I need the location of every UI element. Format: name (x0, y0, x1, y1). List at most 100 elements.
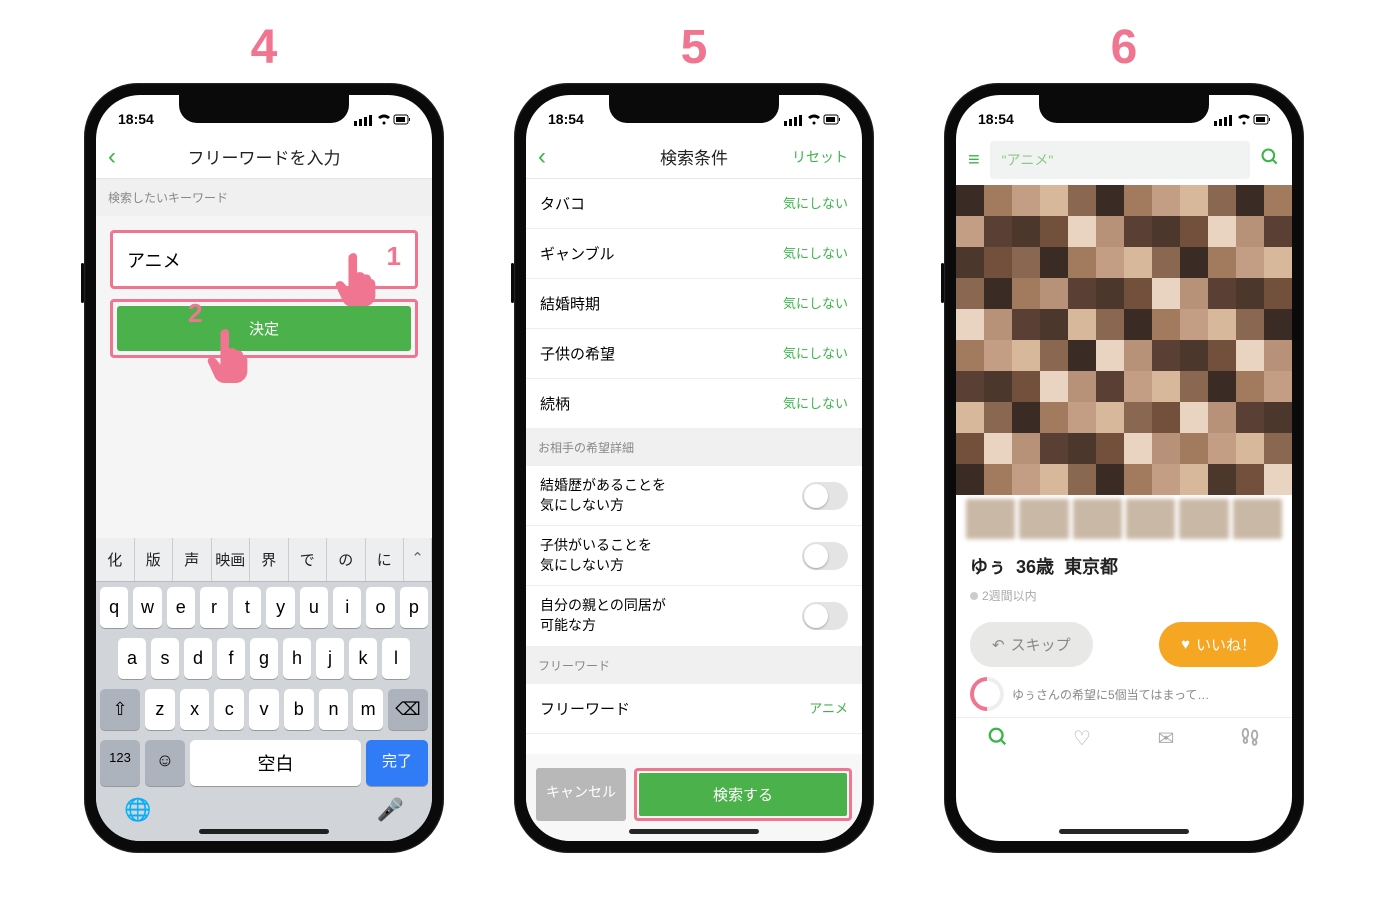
key[interactable]: f (217, 638, 245, 679)
key[interactable]: t (233, 587, 261, 628)
tab-bar: ♡ ✉ (956, 717, 1292, 770)
key[interactable]: h (283, 638, 311, 679)
key[interactable]: s (151, 638, 179, 679)
page-title: 検索条件 (660, 144, 728, 169)
key[interactable]: g (250, 638, 278, 679)
toggle-row: 子供がいることを 気にしない方 (526, 526, 862, 586)
suggestion[interactable]: 界 (250, 538, 289, 581)
key[interactable]: y (266, 587, 294, 628)
filter-list[interactable]: タバコ気にしない ギャンブル気にしない 結婚時期気にしない 子供の希望気にしない… (526, 179, 862, 754)
key[interactable]: u (300, 587, 328, 628)
home-indicator[interactable] (199, 829, 329, 834)
tab-search[interactable] (956, 726, 1040, 754)
key[interactable]: x (180, 689, 210, 730)
screen-5: 18:54 ‹ 検索条件 リセット タバコ気にしない ギャンブル気にしない 結婚… (526, 95, 862, 841)
tab-likes[interactable]: ♡ (1040, 726, 1124, 754)
suggestion[interactable]: で (289, 538, 328, 581)
filter-row[interactable]: 子供の希望 気にしない (526, 329, 862, 379)
navbar: ‹ 検索条件 リセット (526, 135, 862, 179)
space-key[interactable]: 空白 (190, 740, 361, 786)
key[interactable]: b (284, 689, 314, 730)
suggestion[interactable]: 声 (173, 538, 212, 581)
thumbnail[interactable] (966, 499, 1015, 539)
key[interactable]: c (214, 689, 244, 730)
key[interactable]: a (118, 638, 146, 679)
suggestion-more-icon[interactable]: ⌃ (404, 538, 432, 581)
numeric-key[interactable]: 123 (100, 740, 140, 786)
thumbnail[interactable] (1179, 499, 1228, 539)
page-title: フリーワードを入力 (188, 144, 341, 169)
filter-value: 気にしない (783, 343, 848, 364)
toggle-switch[interactable] (802, 602, 848, 630)
key[interactable]: m (353, 689, 383, 730)
suggestion[interactable]: に (366, 538, 405, 581)
home-indicator[interactable] (629, 829, 759, 834)
filter-label: 結婚時期 (540, 293, 600, 314)
suggestion[interactable]: の (327, 538, 366, 581)
thumbnail[interactable] (1233, 499, 1282, 539)
step-column-5: 5 18:54 ‹ 検索条件 リセット タバコ気にしない ギャンブル気にしない … (514, 20, 874, 853)
section-header: お相手の希望詳細 (526, 429, 862, 466)
back-icon[interactable]: ‹ (538, 143, 546, 171)
search-field[interactable]: "アニメ" (990, 141, 1250, 179)
filter-value: 気にしない (783, 393, 848, 414)
globe-icon[interactable]: 🌐 (124, 797, 151, 823)
search-icon[interactable] (1260, 147, 1280, 173)
thumbnail[interactable] (1019, 499, 1068, 539)
thumbnail[interactable] (1073, 499, 1122, 539)
skip-button[interactable]: ↶ スキップ (970, 622, 1093, 667)
key[interactable]: d (184, 638, 212, 679)
key[interactable]: n (319, 689, 349, 730)
phone-frame: 18:54 ≡ "アニメ" ゆぅ 36歳 東京都 (944, 83, 1304, 853)
filter-label: ギャンブル (540, 243, 615, 264)
key[interactable]: q (100, 587, 128, 628)
key[interactable]: l (382, 638, 410, 679)
confirm-button[interactable]: 決定 (117, 306, 411, 351)
key[interactable]: i (333, 587, 361, 628)
mic-icon[interactable]: 🎤 (377, 797, 404, 823)
thumbnail[interactable] (1126, 499, 1175, 539)
compatibility-row: ゆぅさんの希望に5個当てはまって… (956, 677, 1292, 717)
key[interactable]: o (366, 587, 394, 628)
toggle-switch[interactable] (802, 542, 848, 570)
suggestion[interactable]: 映画 (212, 538, 251, 581)
screen-6: 18:54 ≡ "アニメ" ゆぅ 36歳 東京都 (956, 95, 1292, 841)
filter-row[interactable]: ギャンブル 気にしない (526, 229, 862, 279)
suggestion[interactable]: 版 (135, 538, 174, 581)
content-area: 検索したいキーワード 1 2 決定 (96, 179, 432, 538)
freeword-row[interactable]: フリーワードアニメ (526, 684, 862, 734)
suggestion[interactable]: 化 (96, 538, 135, 581)
filter-row[interactable]: タバコ気にしない (526, 179, 862, 229)
button-row: キャンセル 検索する (526, 754, 862, 841)
key[interactable]: p (400, 587, 428, 628)
toggle-label: 結婚歴があることを 気にしない方 (540, 476, 666, 515)
like-button[interactable]: ♥ いいね！ (1159, 622, 1278, 667)
filter-label: 子供の希望 (540, 343, 615, 364)
profile-photo[interactable] (956, 185, 1292, 495)
reset-button[interactable]: リセット (792, 147, 848, 167)
key[interactable]: v (249, 689, 279, 730)
filter-row[interactable]: 結婚時期気にしない (526, 279, 862, 329)
backspace-key[interactable]: ⌫ (388, 689, 428, 730)
tab-footprints[interactable] (1208, 726, 1292, 754)
shift-key[interactable]: ⇧ (100, 689, 140, 730)
done-key[interactable]: 完了 (366, 740, 428, 786)
key[interactable]: j (316, 638, 344, 679)
emoji-key[interactable]: ☺ (145, 740, 185, 786)
toggle-switch[interactable] (802, 482, 848, 510)
step-number: 6 (1111, 20, 1138, 75)
key[interactable]: w (133, 587, 161, 628)
key-row: ⇧ zxcvbnm ⌫ (96, 684, 432, 735)
filter-value: 気にしない (783, 243, 848, 264)
search-button[interactable]: 検索する (639, 773, 847, 816)
home-indicator[interactable] (1059, 829, 1189, 834)
key[interactable]: e (167, 587, 195, 628)
back-icon[interactable]: ‹ (108, 143, 116, 171)
filter-row[interactable]: 続柄気にしない (526, 379, 862, 429)
key[interactable]: r (200, 587, 228, 628)
cancel-button[interactable]: キャンセル (536, 768, 626, 821)
key[interactable]: z (145, 689, 175, 730)
menu-icon[interactable]: ≡ (968, 149, 980, 172)
tab-messages[interactable]: ✉ (1124, 726, 1208, 754)
key[interactable]: k (349, 638, 377, 679)
